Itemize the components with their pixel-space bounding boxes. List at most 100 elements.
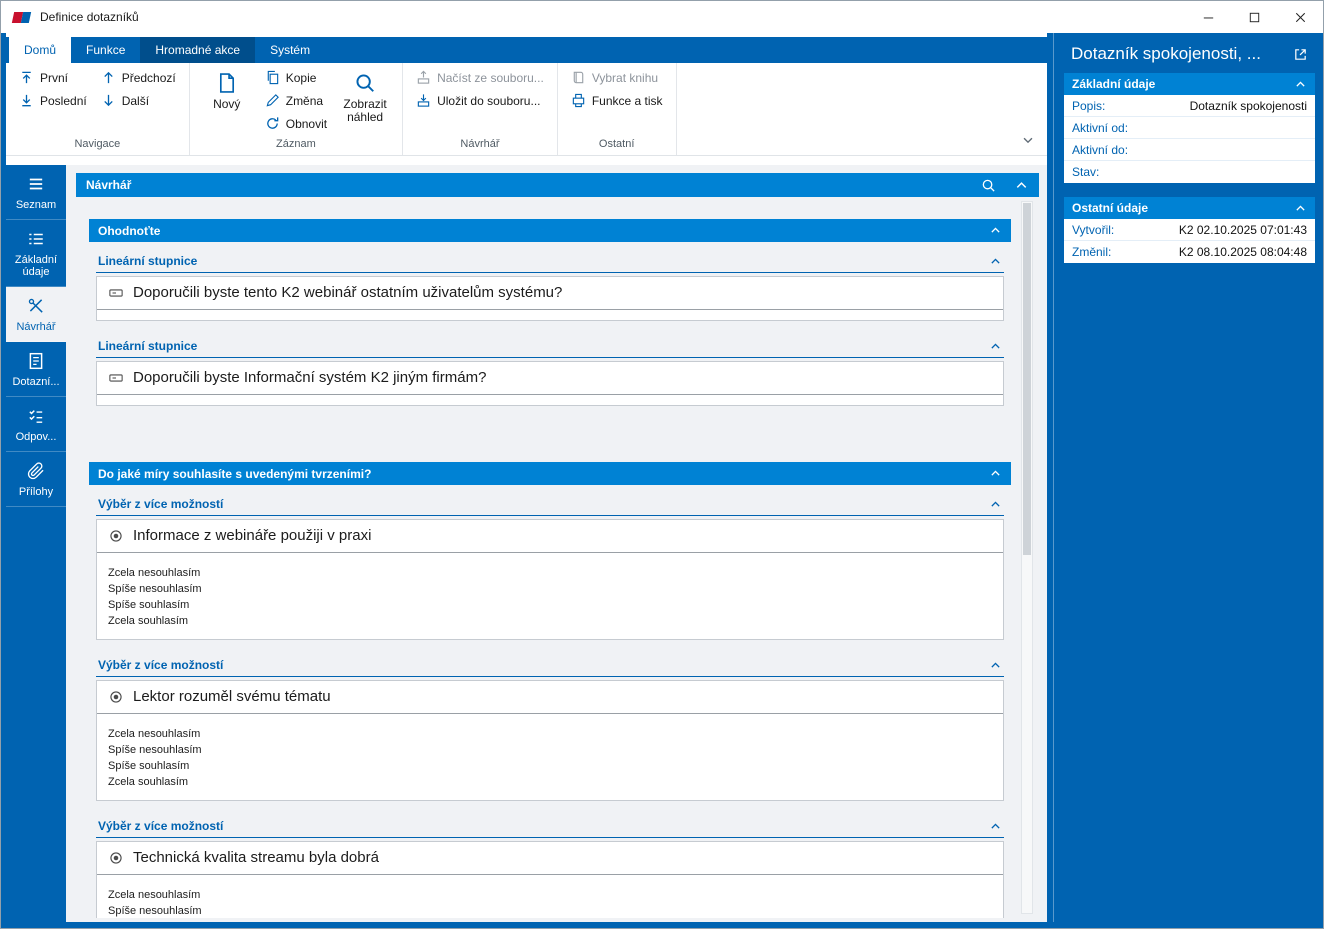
- ribbon-group-zaznam: Nový Kopie Změna Obnovit Zobrazit náhled…: [190, 63, 404, 155]
- question-type-header[interactable]: Lineární stupnice: [96, 335, 1004, 358]
- first-record-button[interactable]: První: [14, 68, 92, 87]
- question-card[interactable]: Lektor rozuměl svému tématu Zcela nesouh…: [96, 680, 1004, 801]
- save-to-file-button[interactable]: Uložit do souboru...: [411, 91, 549, 110]
- sidebar-item-label: Dotazní...: [12, 376, 60, 388]
- tab-system[interactable]: Systém: [255, 37, 325, 63]
- question-block: Výběr z více možností Technická kvalita …: [96, 815, 1004, 918]
- chevron-up-icon[interactable]: [989, 255, 1002, 268]
- search-icon[interactable]: [981, 178, 996, 193]
- chevron-up-icon[interactable]: [989, 820, 1002, 833]
- copy-label: Kopie: [285, 70, 317, 85]
- basic-data-box: Popis: Dotazník spokojenosti Aktivní od:…: [1064, 95, 1315, 183]
- refresh-icon: [265, 116, 280, 131]
- chevron-up-icon[interactable]: [989, 224, 1002, 237]
- ribbon-tab-bar: Domů Funkce Hromadné akce Systém: [6, 37, 1047, 63]
- chevron-up-icon[interactable]: [989, 340, 1002, 353]
- radio-icon: [108, 690, 124, 704]
- question-type-header[interactable]: Výběr z více možností: [96, 493, 1004, 516]
- show-preview-button[interactable]: Zobrazit náhled: [336, 68, 394, 124]
- refresh-label: Obnovit: [285, 116, 328, 131]
- question-section-header[interactable]: Ohodnoťte: [89, 219, 1011, 242]
- group-label-navigace: Navigace: [74, 138, 121, 150]
- paperclip-icon: [27, 462, 45, 480]
- save-to-file-label: Uložit do souboru...: [437, 93, 541, 108]
- sidebar-item-prilohy[interactable]: Přílohy: [6, 452, 66, 507]
- sidebar-item-label: Návrhář: [16, 321, 56, 333]
- sidebar-item-seznam[interactable]: Seznam: [6, 165, 66, 220]
- sidebar-item-navrhar[interactable]: Návrhář: [6, 287, 66, 342]
- chevron-up-icon[interactable]: [989, 467, 1002, 480]
- copy-button[interactable]: Kopie: [260, 68, 332, 87]
- question-card[interactable]: Doporučili byste tento K2 webinář ostatn…: [96, 276, 1004, 321]
- chevron-up-icon[interactable]: [1014, 178, 1029, 193]
- app-icon: [11, 11, 32, 24]
- previous-record-button[interactable]: Předchozí: [96, 68, 181, 87]
- chevron-up-icon[interactable]: [989, 659, 1002, 672]
- question-type-header[interactable]: Lineární stupnice: [96, 250, 1004, 273]
- chevron-up-icon[interactable]: [1294, 202, 1307, 215]
- tab-hromadne-akce[interactable]: Hromadné akce: [140, 37, 256, 63]
- change-button[interactable]: Změna: [260, 91, 332, 110]
- tab-domu[interactable]: Domů: [9, 37, 72, 63]
- other-data-box: Vytvořil: K2 02.10.2025 07:01:43 Změnil:…: [1064, 219, 1315, 263]
- ribbon-collapse-chevron-icon[interactable]: [1021, 133, 1035, 147]
- next-record-button[interactable]: Další: [96, 91, 181, 110]
- detail-panel-title: Dotazník spokojenosti, ...: [1071, 44, 1261, 63]
- maximize-button[interactable]: [1231, 1, 1277, 33]
- question-type-header[interactable]: Výběr z více možností: [96, 654, 1004, 677]
- field-row-stav[interactable]: Stav:: [1064, 161, 1315, 183]
- close-button[interactable]: [1277, 1, 1323, 33]
- form-icon: [27, 352, 45, 370]
- arrow-up-icon: [101, 70, 116, 85]
- question-card[interactable]: Technická kvalita streamu byla dobrá Zce…: [96, 841, 1004, 918]
- question-type-label: Výběr z více možností: [98, 819, 224, 833]
- field-row-aktivni-do[interactable]: Aktivní do:: [1064, 139, 1315, 161]
- panel-divider[interactable]: [1047, 33, 1061, 922]
- sidebar-item-label: Seznam: [15, 199, 57, 211]
- detail-list-icon: [27, 230, 45, 248]
- answer-option: Zcela nesouhlasím: [108, 889, 201, 901]
- question-type-header[interactable]: Výběr z více možností: [96, 815, 1004, 838]
- field-row-popis[interactable]: Popis: Dotazník spokojenosti: [1064, 95, 1315, 117]
- ribbon: První Poslední Předchozí Další Navigace …: [6, 63, 1047, 156]
- answer-options: Zcela nesouhlasím Spíše nesouhlasím Spíš…: [97, 875, 1003, 918]
- answer-option: Zcela souhlasím: [108, 776, 189, 788]
- field-row-aktivni-od[interactable]: Aktivní od:: [1064, 117, 1315, 139]
- vertical-scrollbar[interactable]: [1021, 201, 1033, 914]
- field-label: Aktivní do:: [1072, 142, 1129, 157]
- minimize-button[interactable]: [1185, 1, 1231, 33]
- tab-funkce[interactable]: Funkce: [71, 37, 140, 63]
- app-window: Definice dotazníků Domů Funkce Hromadné …: [0, 0, 1324, 929]
- sidebar-item-odpovedi[interactable]: Odpov...: [6, 397, 66, 452]
- ribbon-tail: [677, 63, 1047, 155]
- detail-panel: Dotazník spokojenosti, ... Základní údaj…: [1061, 33, 1318, 922]
- question-section-header[interactable]: Do jaké míry souhlasíte s uvedenými tvrz…: [89, 462, 1011, 485]
- functions-print-button[interactable]: Funkce a tisk: [566, 91, 668, 110]
- open-in-window-icon[interactable]: [1293, 47, 1308, 62]
- answer-option: Spíše nesouhlasím: [108, 905, 202, 917]
- sidebar-item-zakladni-udaje[interactable]: Základní údaje: [6, 220, 66, 287]
- field-row-zmenil[interactable]: Změnil: K2 08.10.2025 08:04:48: [1064, 241, 1315, 263]
- last-record-label: Poslední: [40, 93, 87, 108]
- basic-data-header[interactable]: Základní údaje: [1064, 73, 1315, 95]
- scrollbar-thumb[interactable]: [1023, 203, 1031, 555]
- question-card[interactable]: Doporučili byste Informační systém K2 ji…: [96, 361, 1004, 406]
- magnifier-icon: [354, 72, 376, 94]
- workspace: Seznam Základní údaje Návrhář Dotazní...: [6, 165, 1047, 922]
- field-row-vytvoril[interactable]: Vytvořil: K2 02.10.2025 07:01:43: [1064, 219, 1315, 241]
- refresh-button[interactable]: Obnovit: [260, 114, 332, 133]
- window-body: Domů Funkce Hromadné akce Systém První P…: [1, 33, 1323, 928]
- chevron-up-icon[interactable]: [1294, 78, 1307, 91]
- chevron-up-icon[interactable]: [989, 498, 1002, 511]
- question-section: Do jaké míry souhlasíte s uvedenými tvrz…: [89, 462, 1011, 918]
- question-card[interactable]: Informace z webináře použiji v praxi Zce…: [96, 519, 1004, 640]
- sidebar-item-dotaznik[interactable]: Dotazní...: [6, 342, 66, 397]
- other-data-header[interactable]: Ostatní údaje: [1064, 197, 1315, 219]
- answer-option: Zcela souhlasím: [108, 615, 189, 627]
- designer-panel-title: Návrhář: [86, 178, 132, 192]
- question-text: Informace z webináře použiji v praxi: [133, 527, 372, 544]
- field-label: Změnil:: [1072, 245, 1112, 259]
- window-controls: [1185, 1, 1323, 33]
- new-record-button[interactable]: Nový: [198, 68, 256, 111]
- last-record-button[interactable]: Poslední: [14, 91, 92, 110]
